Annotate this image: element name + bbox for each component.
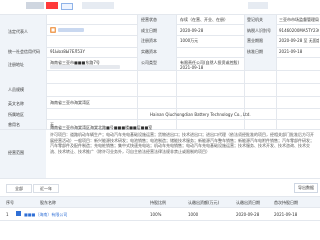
export-button-label: 导出数据 (298, 185, 314, 190)
label-staff-size: 人员规模 (8, 87, 24, 92)
table-header: 序号 股东名称 持股比例 认缴出资额(万元) 认缴出资日期 首次持股日期 (0, 196, 320, 208)
label-paid-capital: 实缴资本 (141, 49, 157, 54)
credit-code-value: 91Ыоз8Ы7ЕЛ53Y (50, 49, 85, 54)
filter-one-year-label: 近一年 (40, 186, 52, 191)
approval-date-right-value: 2021-09-18 (279, 49, 303, 54)
label-region: 所属地区 (8, 112, 24, 117)
english-name-value: Hainan Qiuchongdian Battery Technology C… (150, 112, 251, 117)
label-founded: 成立日期 (141, 28, 157, 33)
label-status: 经营状态 (141, 17, 157, 22)
label-registered-capital: 注册资本 (141, 38, 157, 43)
legal-rep-avatar[interactable]: ■ (50, 27, 56, 33)
filter-all-label: 全部 (15, 186, 23, 191)
top-bar (0, 0, 320, 12)
legal-rep-name[interactable] (58, 28, 84, 32)
filter-bar: 全部 近一年 (6, 184, 96, 193)
shareholder-logo (16, 211, 21, 216)
th-date2: 首次持股日期 (274, 200, 298, 205)
row-index: 1 (6, 212, 9, 217)
label-company-type: 公司类型 (141, 60, 157, 65)
top-right-tag (248, 2, 268, 9)
shareholder-name-link[interactable]: ■■■（海南）有限公司 (24, 212, 67, 218)
address-value-line2 (50, 65, 120, 69)
company-name-blurred (46, 2, 58, 9)
company-badge (26, 2, 44, 9)
th-date1: 认缴出资日期 (236, 200, 260, 205)
row-date2: 2021-09-18 (274, 212, 298, 217)
label-approval-date: 核准日期 (247, 49, 263, 54)
address-note: 海南省三亚市海棠湾区海棠北路■号■■■楼■■层■■室 (50, 125, 153, 130)
label-former-name: 曾用名 (8, 122, 20, 127)
row-amount: 1000 (188, 212, 199, 217)
approval-date-value: 2021-09-18 (180, 65, 204, 70)
label-business-term: 营业期限 (247, 38, 263, 43)
table-row[interactable]: 1 ■■■（海南）有限公司 100% 1000 2020-09-28 2021-… (0, 208, 320, 221)
reg-authority-value: 三亚市市场监督管理局 (279, 17, 319, 22)
export-button[interactable]: 导出数据 (294, 183, 318, 193)
label-address: 注册地址 (8, 62, 24, 67)
label-taxpayer-id: 纳税人识别号 (247, 28, 271, 33)
business-scope-text: 许可项目：道路机动车辆生产；电动汽车充电基础设施运营；货物进出口；技术进出口；进… (50, 132, 314, 154)
label-legal-rep: 法定代表人 (8, 29, 28, 34)
row-date1: 2020-09-28 (236, 212, 260, 217)
status-value: 存续（在营、开业、在册） (180, 17, 228, 22)
company-sub-tag (82, 2, 114, 9)
business-term-value: 2020-09-28 至 无固定期限 (279, 38, 319, 43)
taxpayer-id-value: 91460200MA5TY23G4X (279, 28, 319, 33)
th-amount: 认缴出资额(万元) (188, 200, 220, 205)
legal-rep-avatar-text: ■ (51, 27, 55, 32)
filter-all[interactable]: 全部 (6, 184, 32, 193)
founded-value: 2020-09-28 (180, 28, 204, 33)
business-scope-label: 经营范围 (8, 150, 24, 155)
registered-capital-value: 1000万元 (180, 38, 199, 43)
row-percent: 100% (150, 212, 162, 217)
region-value: 海南省三亚市海棠湾区 (50, 100, 90, 105)
label-english-name: 英文名称 (8, 101, 24, 106)
label-credit-code: 统一社会信用代码 (8, 49, 40, 54)
label-reg-authority: 登记机关 (247, 17, 263, 22)
th-percent: 持股比例 (150, 200, 166, 205)
th-name: 股东名称 (40, 200, 56, 205)
blue-tag[interactable] (61, 3, 73, 10)
th-index: 序号 (6, 200, 14, 205)
filter-one-year[interactable]: 近一年 (33, 184, 59, 193)
